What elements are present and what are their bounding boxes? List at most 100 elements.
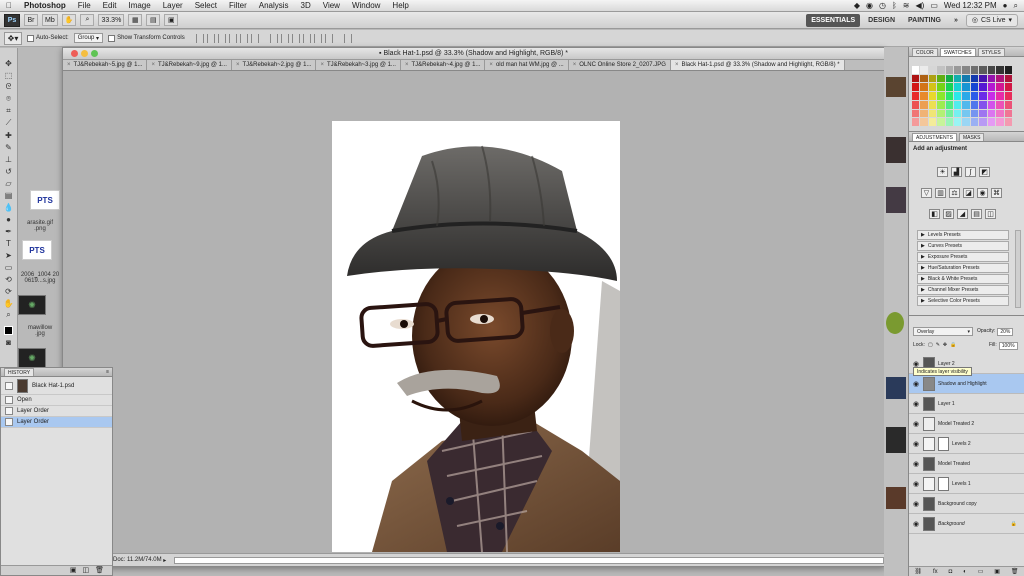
color-swatch[interactable] — [979, 74, 987, 83]
color-swatch[interactable] — [979, 66, 987, 74]
blur-tool-icon[interactable]: 💧 — [2, 202, 15, 212]
marquee-tool-icon[interactable]: ⬚ — [2, 70, 15, 80]
layer-row-selected[interactable]: ◉ Shadow and Highlight — [909, 374, 1024, 394]
arrange-documents-button[interactable]: ▤ — [146, 14, 161, 26]
color-swatch[interactable] — [920, 118, 928, 126]
delete-state-icon[interactable]: 🗑 — [95, 566, 104, 575]
color-swatch[interactable] — [928, 118, 937, 126]
preset-black-white[interactable]: ▶ Black & White Presets — [917, 274, 1009, 284]
color-swatch[interactable] — [962, 118, 970, 126]
path-select-tool-icon[interactable]: ➤ — [2, 250, 15, 260]
menu-file[interactable]: File — [72, 1, 97, 10]
launch-mini-bridge-button[interactable]: Mb — [42, 14, 58, 26]
eye-icon[interactable]: ◉ — [912, 480, 920, 488]
layer-row[interactable]: ◉ Levels 1 — [909, 474, 1024, 494]
color-swatch[interactable] — [937, 66, 945, 74]
color-swatch[interactable] — [920, 109, 928, 118]
color-swatch[interactable] — [987, 100, 996, 109]
distribute-right-icon[interactable] — [324, 33, 333, 43]
dropbox-icon[interactable]: ◆ — [854, 1, 860, 10]
gradient-map-icon[interactable]: ▤ — [971, 209, 982, 219]
link-layers-icon[interactable]: ⛓ — [914, 568, 922, 575]
desktop-icon-label-3[interactable]: mawillow .jpg — [18, 325, 62, 337]
exposure-icon[interactable]: ◩ — [979, 167, 990, 177]
hue-saturation-icon[interactable]: ▥ — [935, 188, 946, 198]
eye-icon[interactable]: ◉ — [912, 400, 920, 408]
presets-scrollbar[interactable] — [1015, 230, 1021, 308]
color-swatch[interactable] — [962, 109, 970, 118]
color-swatch[interactable] — [996, 118, 1004, 126]
desktop-thumbnail[interactable] — [886, 77, 906, 97]
user-icon[interactable]: ● — [1003, 1, 1008, 10]
align-hcenter-icon[interactable] — [239, 33, 248, 43]
color-swatch[interactable] — [979, 92, 987, 100]
blend-mode-select[interactable]: Overlay ▾ — [913, 327, 973, 336]
color-swatch[interactable] — [937, 74, 945, 83]
color-swatch[interactable] — [1004, 83, 1012, 92]
color-swatch[interactable] — [987, 74, 996, 83]
channel-mixer-icon[interactable]: ⌘ — [991, 188, 1002, 198]
close-tab-icon[interactable]: × — [675, 60, 679, 70]
auto-select-option[interactable]: Auto-Select: — [27, 34, 69, 42]
add-mask-icon[interactable]: ◘ — [949, 569, 953, 575]
color-swatch[interactable] — [979, 100, 987, 109]
align-vcenter-icon[interactable] — [206, 33, 215, 43]
color-swatch[interactable] — [920, 66, 928, 74]
cs-live-button[interactable]: ◎ CS Live ▾ — [965, 13, 1018, 27]
color-swatch[interactable] — [987, 66, 996, 74]
color-swatch[interactable] — [970, 74, 979, 83]
apple-icon[interactable]:  — [0, 1, 18, 10]
color-swatch[interactable] — [962, 100, 970, 109]
distribute-hcenter-icon[interactable] — [313, 33, 322, 43]
timemachine-icon[interactable]: ◷ — [879, 1, 886, 10]
desktop-thumbnail[interactable] — [886, 427, 906, 453]
horizontal-scrollbar[interactable] — [174, 556, 884, 564]
color-swatch[interactable] — [954, 92, 962, 100]
color-swatch[interactable] — [945, 118, 954, 126]
eye-icon[interactable]: ◉ — [912, 380, 920, 388]
color-swatch[interactable] — [920, 74, 928, 83]
hand-tool-icon[interactable]: ✋ — [2, 298, 15, 308]
new-snapshot-icon[interactable]: ◫ — [82, 566, 89, 575]
doc-size-readout[interactable]: Doc: 11.2M/74.0M — [113, 557, 162, 563]
type-tool-icon[interactable]: T — [2, 238, 15, 248]
dodge-tool-icon[interactable]: ● — [2, 214, 15, 224]
eye-icon[interactable]: ◉ — [912, 420, 920, 428]
shape-tool-icon[interactable]: ▭ — [2, 262, 15, 272]
document-title-bar[interactable]: ▪ Black Hat-1.psd @ 33.3% (Shadow and Hi… — [63, 48, 884, 60]
auto-select-target-select[interactable]: Group ▾ — [73, 33, 104, 43]
fill-input[interactable]: 100% — [998, 342, 1018, 350]
color-swatch[interactable] — [1004, 100, 1012, 109]
color-swatch[interactable] — [970, 92, 979, 100]
3d-orbit-tool-icon[interactable]: ⟳ — [2, 286, 15, 296]
color-swatch[interactable] — [912, 83, 920, 92]
move-tool-preset-picker[interactable]: ✥▾ — [4, 31, 22, 45]
auto-select-checkbox[interactable] — [27, 34, 34, 42]
tab-swatches[interactable]: SWATCHES — [939, 47, 976, 56]
color-swatch[interactable] — [954, 83, 962, 92]
color-swatch[interactable] — [996, 83, 1004, 92]
color-swatch[interactable] — [928, 83, 937, 92]
desktop-thumbnail[interactable] — [886, 187, 906, 213]
desktop-thumbnail[interactable] — [886, 377, 906, 399]
menu-select[interactable]: Select — [189, 1, 223, 10]
color-swatch[interactable] — [962, 66, 970, 74]
layer-row[interactable]: ◉ Background copy — [909, 494, 1024, 514]
color-swatch[interactable] — [912, 74, 920, 83]
close-tab-icon[interactable]: × — [405, 60, 409, 70]
launch-bridge-button[interactable]: Br — [24, 14, 38, 26]
color-swatch[interactable] — [945, 83, 954, 92]
new-adjustment-icon[interactable]: ◐ — [963, 569, 967, 575]
color-swatch[interactable] — [920, 92, 928, 100]
document-tab[interactable]: × OLNC Online Store 2_0207.JPG — [568, 60, 671, 70]
color-swatch[interactable] — [987, 109, 996, 118]
photo-filter-icon[interactable]: ◉ — [977, 188, 988, 198]
desktop-thumbnail[interactable] — [886, 137, 906, 163]
distribute-left-icon[interactable] — [302, 33, 311, 43]
close-tab-icon[interactable]: × — [67, 60, 71, 70]
eye-icon[interactable]: ◉ — [912, 520, 920, 528]
color-swatch[interactable] — [937, 100, 945, 109]
lock-transparent-icon[interactable]: ▢ — [928, 342, 933, 348]
color-swatch[interactable] — [912, 109, 920, 118]
brightness-contrast-icon[interactable]: ☀ — [937, 167, 948, 177]
